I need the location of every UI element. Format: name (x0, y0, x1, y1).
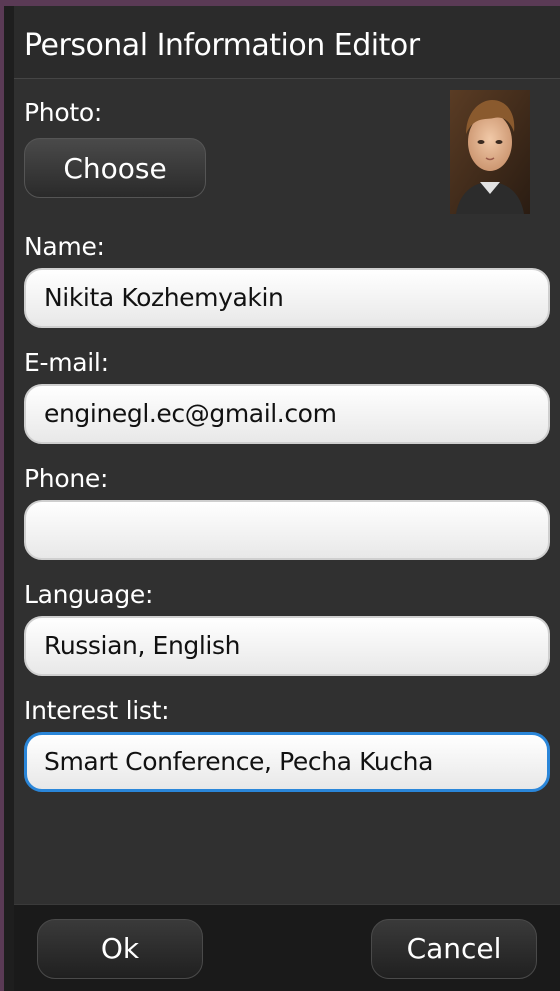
title-bar: Personal Information Editor (14, 6, 560, 79)
phone-label: Phone: (24, 464, 109, 493)
softkey-bar: Ok Cancel (14, 904, 560, 991)
cancel-button[interactable]: Cancel (371, 919, 537, 979)
choose-photo-button[interactable]: Choose (24, 138, 206, 198)
phone-field[interactable] (24, 500, 550, 560)
device-frame: Personal Information Editor Photo: Choos… (4, 6, 560, 991)
email-field[interactable]: enginegl.ec@gmail.com (24, 384, 550, 444)
language-label: Language: (24, 580, 154, 609)
app-screen: Personal Information Editor Photo: Choos… (14, 6, 560, 991)
interests-field[interactable]: Smart Conference, Pecha Kucha (24, 732, 550, 792)
photo-label: Photo: (24, 98, 102, 127)
ok-button[interactable]: Ok (37, 919, 203, 979)
portrait-image (450, 90, 530, 214)
language-field[interactable]: Russian, English (24, 616, 550, 676)
profile-photo (450, 90, 530, 214)
page-title: Personal Information Editor (24, 28, 420, 63)
name-field[interactable]: Nikita Kozhemyakin (24, 268, 550, 328)
interests-label: Interest list: (24, 696, 170, 725)
email-label: E-mail: (24, 348, 109, 377)
name-label: Name: (24, 232, 105, 261)
